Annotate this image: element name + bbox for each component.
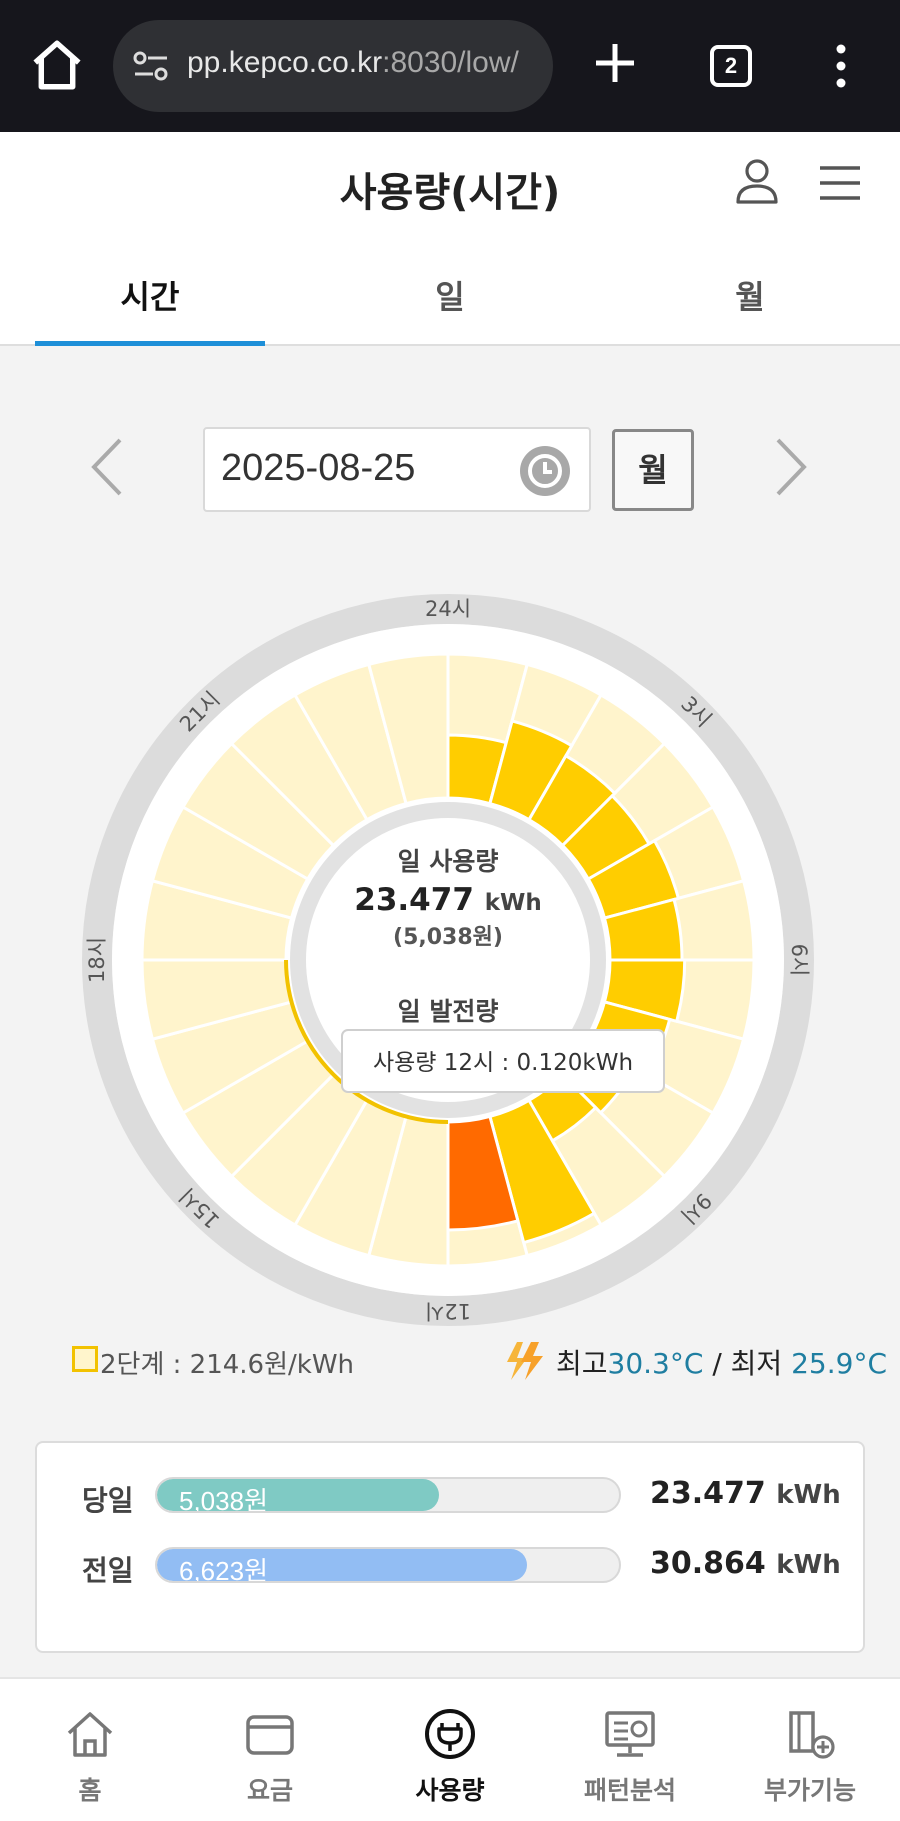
yesterday-bar: 6,623원 — [155, 1547, 621, 1583]
yesterday-cost: 6,623원 — [179, 1556, 268, 1583]
user-icon[interactable] — [730, 154, 784, 208]
plug-icon — [425, 1709, 475, 1759]
hour-label: 12시 — [425, 1299, 471, 1323]
daily-generation-label: 일 발전량 — [398, 997, 499, 1026]
hour-label: 6시 — [787, 944, 811, 977]
lightning-icon — [507, 1342, 543, 1380]
today-bar: 5,038원 — [155, 1477, 621, 1513]
tooltip-text: 사용량 12시 : 0.120kWh — [373, 1050, 633, 1076]
month-button[interactable]: 월 — [612, 429, 694, 511]
today-usage: 23.477 kWh — [650, 1476, 841, 1511]
chevron-right-icon[interactable] — [766, 432, 816, 502]
temp-high-label: 최고 — [556, 1347, 608, 1380]
more-options-icon[interactable] — [826, 42, 856, 90]
nav-bill[interactable]: 요금 — [180, 1679, 360, 1821]
home-icon — [67, 1712, 113, 1757]
date-value: 2025-08-25 — [221, 447, 416, 489]
nav-pattern-analysis[interactable]: 패턴분석 — [540, 1679, 720, 1821]
active-tab-indicator — [35, 341, 265, 346]
clock-icon[interactable] — [519, 445, 571, 497]
temperature-summary: 최고30.3°C / 최저 25.9°C — [556, 1347, 888, 1380]
hamburger-menu-icon[interactable] — [812, 156, 866, 210]
temp-low-value: 25.9°C — [791, 1347, 888, 1380]
yesterday-label: 전일 — [82, 1554, 134, 1587]
date-picker[interactable]: 2025-08-25 — [203, 427, 591, 512]
bottom-navigation: 홈 요금 사용량 패턴분석 부가기능 — [0, 1677, 900, 1821]
today-cost: 5,038원 — [179, 1486, 268, 1513]
hour-label: 24시 — [425, 597, 471, 621]
nav-extra-features[interactable]: 부가기능 — [720, 1679, 900, 1821]
daily-usage-label: 일 사용량 — [398, 847, 499, 876]
new-tab-icon[interactable] — [590, 38, 640, 88]
tab-daily[interactable]: 일 — [335, 272, 565, 318]
tier-label: 2단계 : 214.6원/kWh — [100, 1350, 355, 1380]
monitor-chart-icon — [605, 1711, 655, 1757]
hour-label: 18시 — [85, 937, 109, 983]
site-settings-icon[interactable] — [131, 46, 171, 86]
add-document-icon — [789, 1711, 835, 1759]
hourly-usage-radial-chart: 24시3시6시9시12시15시18시21시일 사용량23.477 kWh(5,0… — [82, 594, 814, 1326]
nav-home[interactable]: 홈 — [0, 1679, 180, 1821]
home-icon[interactable] — [28, 36, 86, 94]
tab-hourly[interactable]: 시간 — [35, 272, 265, 318]
temp-low-label: 최저 — [730, 1347, 783, 1380]
browser-toolbar: pp.kepco.co.kr:8030/low/ 2 — [0, 0, 900, 132]
chevron-left-icon[interactable] — [82, 432, 132, 502]
usage-comparison-card: 당일 5,038원 23.477 kWh 전일 6,623원 30.864 kW… — [35, 1441, 865, 1653]
wallet-icon — [246, 1715, 294, 1755]
legend-row: 2단계 : 214.6원/kWh 최고30.3°C / 최저 25.9°C — [0, 1340, 900, 1380]
nav-usage[interactable]: 사용량 — [360, 1679, 540, 1821]
page-header: 사용량(시간) 시간 일 월 — [0, 132, 900, 346]
yesterday-usage: 30.864 kWh — [650, 1546, 841, 1581]
url-text: pp.kepco.co.kr:8030/low/ — [187, 46, 519, 79]
tab-switcher-button[interactable]: 2 — [710, 45, 752, 87]
tab-monthly[interactable]: 월 — [635, 272, 865, 318]
tier-swatch — [72, 1346, 98, 1372]
today-label: 당일 — [82, 1484, 134, 1517]
temp-high-value: 30.3°C — [607, 1347, 704, 1380]
daily-usage-cost: (5,038원) — [393, 925, 503, 950]
address-bar[interactable]: pp.kepco.co.kr:8030/low/ — [113, 20, 553, 112]
